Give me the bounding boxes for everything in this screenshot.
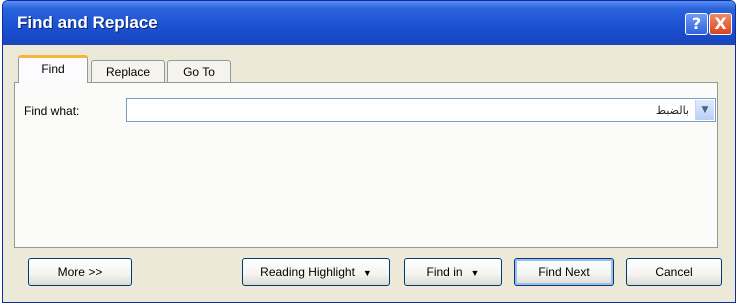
find-what-label: Find what: xyxy=(24,104,80,118)
help-icon: ? xyxy=(691,14,702,33)
reading-highlight-button[interactable]: Reading Highlight ▼ xyxy=(242,258,390,286)
close-button[interactable]: X xyxy=(709,13,732,35)
find-in-button[interactable]: Find in ▼ xyxy=(404,258,502,286)
dialog-title: Find and Replace xyxy=(17,13,158,32)
title-bar[interactable]: Find and Replace ? X xyxy=(3,1,735,45)
dropdown-caret-icon: ▼ xyxy=(362,268,372,278)
reading-highlight-label: Reading Highlight xyxy=(260,265,355,279)
find-what-value: بالضبط xyxy=(655,104,689,117)
close-icon: X xyxy=(714,14,727,33)
find-next-button[interactable]: Find Next xyxy=(514,258,614,286)
find-in-label: Find in xyxy=(426,265,463,279)
tab-find[interactable]: Find xyxy=(18,55,88,83)
tab-go-to[interactable]: Go To xyxy=(167,60,231,84)
find-what-input[interactable]: بالضبط ▼ xyxy=(126,98,716,122)
cancel-button[interactable]: Cancel xyxy=(626,258,722,286)
dropdown-caret-icon: ▼ xyxy=(470,268,480,278)
more-button[interactable]: More >> xyxy=(28,258,132,286)
help-button[interactable]: ? xyxy=(685,13,708,35)
chevron-down-icon[interactable]: ▼ xyxy=(695,100,714,120)
tab-replace[interactable]: Replace xyxy=(91,60,165,84)
